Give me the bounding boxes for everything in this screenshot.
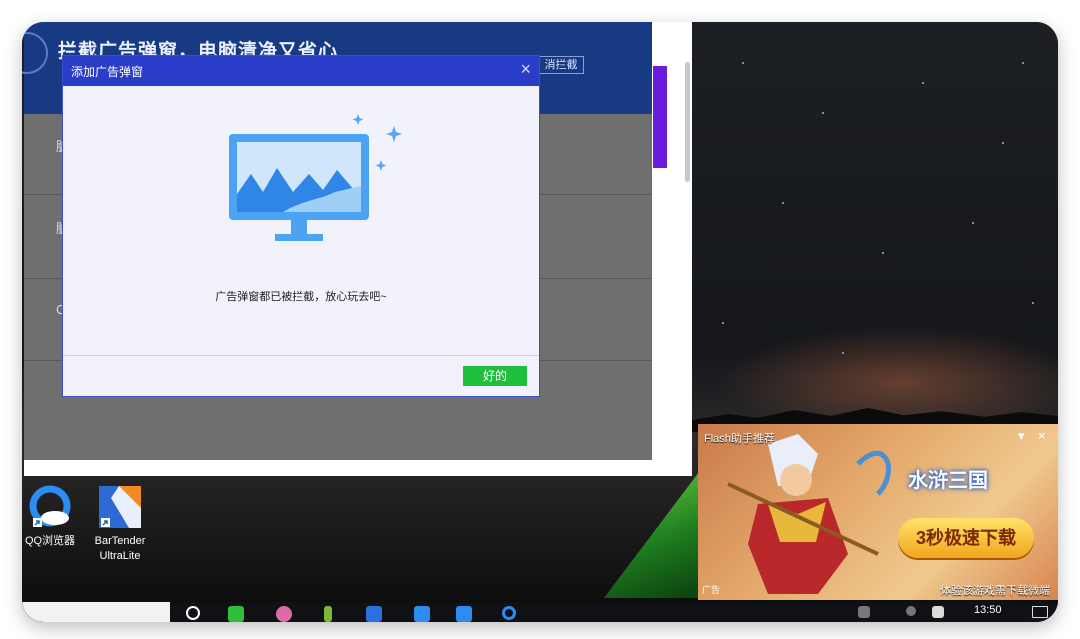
ok-button[interactable]: 好的 (463, 366, 527, 386)
taskbar-clock[interactable]: 13:50 (974, 604, 1002, 616)
ad-character-illustration (727, 434, 891, 594)
chevron-down-icon[interactable]: ▾ (1018, 428, 1025, 444)
ad-tag: 广告 (702, 585, 721, 595)
screenshot-frame: 拦截广告弹窗，电脑清净又省心 消拦截 脏 脏 C 添加广告弹窗 × (22, 22, 1058, 622)
app-bottom-strip (24, 460, 692, 476)
notification-icon[interactable] (1032, 606, 1048, 618)
qq-browser-taskbar-icon[interactable] (502, 606, 516, 620)
network-icon[interactable] (932, 606, 944, 618)
shield-icon[interactable] (414, 606, 430, 622)
monitor-illustration (229, 114, 402, 241)
volume-icon[interactable] (906, 606, 916, 616)
search-icon[interactable] (186, 606, 200, 620)
desktop-icon-label: QQ浏览器 (24, 535, 76, 547)
taskbar: 13:50 (22, 602, 1058, 622)
shield-icon[interactable] (456, 606, 472, 622)
desktop-icon-label: UltraLite (99, 550, 141, 562)
dialog-titlebar: 添加广告弹窗 × (63, 56, 539, 86)
add-ad-popup-dialog: 添加广告弹窗 × 广告弹窗都已被拦截，放心玩去吧~ 好的 (62, 55, 540, 397)
qq-browser-icon (27, 484, 73, 530)
dialog-message: 广告弹窗都已被拦截，放心玩去吧~ (215, 291, 387, 303)
desktop-icon-label: BarTender (94, 535, 146, 547)
download-button[interactable]: 3秒极速下载 (898, 518, 1034, 558)
desktop-icon-bartender[interactable]: BarTender UltraLite (84, 484, 156, 564)
wechat-icon[interactable] (228, 606, 244, 622)
ad-popup: Flash助手推荐 ▾ × 水浒三国 3秒极速下载 广告 体验该游戏需下载微端 (698, 424, 1058, 600)
ad-header: Flash助手推荐 (704, 433, 775, 445)
tray-icon[interactable] (858, 606, 870, 618)
mail-icon[interactable] (366, 606, 382, 622)
close-icon[interactable]: × (1038, 428, 1046, 443)
ad-footer-note: 体验该游戏需下载微端 (940, 585, 1050, 597)
app-icon[interactable] (324, 606, 332, 622)
close-icon[interactable]: × (520, 59, 531, 80)
app-logo (22, 32, 48, 74)
desktop-icon-qq-browser[interactable]: QQ浏览器 (22, 484, 86, 549)
app-purple-banner (653, 66, 667, 168)
taskbar-search-box[interactable] (22, 602, 170, 622)
app-header-button[interactable]: 消拦截 (538, 56, 584, 74)
dialog-divider (63, 355, 539, 356)
app-scrollbar[interactable] (685, 62, 690, 182)
dialog-title: 添加广告弹窗 (71, 65, 144, 79)
green-tent-graphic (604, 468, 702, 598)
bartender-icon (97, 484, 143, 530)
game-logo: 水浒三国 (908, 470, 988, 492)
browser-icon[interactable] (276, 606, 292, 622)
